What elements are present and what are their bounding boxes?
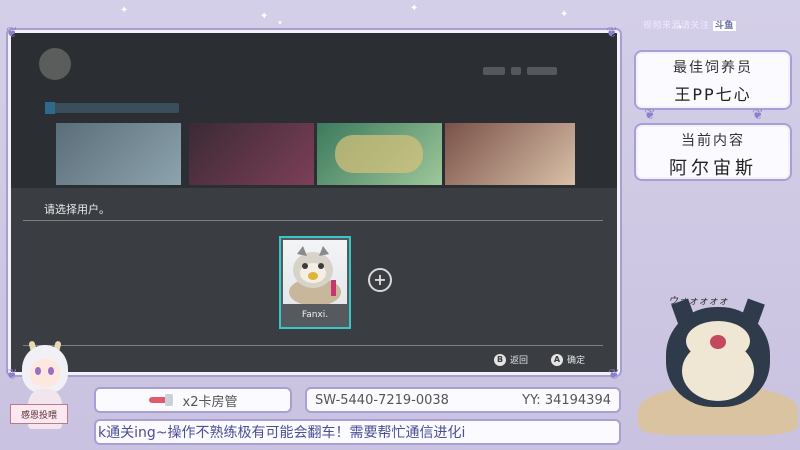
dialog-title: 请选择用户。	[44, 203, 110, 216]
butterfly-icon: ❦	[608, 367, 620, 383]
sparkle-icon: ✦	[260, 11, 269, 22]
back-label: 返回	[510, 356, 529, 366]
sparkle-icon: ✦	[410, 3, 419, 14]
game-title-dimmed	[45, 102, 179, 114]
game-tile	[317, 123, 442, 185]
game-tile	[445, 123, 575, 185]
b-button-icon: B	[494, 353, 506, 366]
thanks-sign: 感恩投喂	[10, 404, 68, 424]
best-feeder-panel: 最佳饲养员 王PP七心	[634, 50, 792, 110]
divider	[23, 220, 603, 221]
friend-code-box: SW-5440-7219-0038 YY: 34194394	[305, 387, 621, 413]
current-content-panel: 当前内容 阿尔宙斯	[634, 123, 792, 181]
current-content-value: 阿尔宙斯	[669, 158, 757, 179]
scrolling-ticker: k通关ing~操作不熟练极有可能会翻车！需要帮忙通信进化i	[94, 419, 621, 445]
game-tile	[189, 123, 314, 185]
user-card-fanxi[interactable]: Fanxi.	[279, 236, 351, 329]
sparkle-icon: ✦	[120, 5, 129, 16]
user-name: Fanxi.	[301, 310, 329, 320]
watermark-text: 视频来源请关注	[643, 21, 710, 31]
butterfly-icon: ❦	[606, 25, 618, 41]
user-avatar-dimmed	[39, 48, 71, 80]
current-content-heading: 当前内容	[681, 133, 745, 149]
home-menu-background	[11, 33, 617, 188]
user-avatar	[283, 240, 347, 304]
add-user-button[interactable]: +	[368, 268, 392, 292]
butterfly-icon: ❦	[644, 107, 656, 123]
back-hint[interactable]: B 返回	[494, 353, 528, 366]
watermark: 视频来源请关注 斗鱼	[643, 18, 736, 31]
gift-text: x2卡房管	[182, 394, 238, 410]
butterfly-icon: ❦	[752, 107, 764, 123]
yy-channel: YY: 34194394	[522, 392, 611, 408]
gift-info-box: x2卡房管	[94, 387, 292, 413]
sparkle-icon: ✦	[560, 9, 569, 20]
platform-logo: 斗鱼	[712, 21, 736, 31]
user-select-dialog: 请选择用户。 Fanxi. + B 返回 A 确定	[11, 188, 617, 372]
plus-icon: +	[373, 270, 387, 289]
switch-friend-code: SW-5440-7219-0038	[315, 392, 449, 408]
best-feeder-value: 王PP七心	[674, 85, 752, 104]
best-feeder-heading: 最佳饲养员	[673, 60, 753, 76]
confirm-label: 确定	[567, 356, 586, 366]
ticker-text: k通关ing~操作不熟练极有可能会翻车！需要帮忙通信进化i	[98, 425, 466, 441]
snorlax-mascot	[638, 295, 798, 435]
game-screen: 请选择用户。 Fanxi. + B 返回 A 确定	[8, 30, 620, 375]
a-button-icon: A	[551, 353, 563, 366]
rocket-icon	[148, 394, 175, 406]
divider	[23, 345, 603, 346]
butterfly-icon: ❦	[6, 25, 18, 41]
status-bar-dimmed	[477, 60, 597, 75]
butterfly-icon: ❦	[6, 367, 18, 383]
confirm-hint[interactable]: A 确定	[551, 353, 585, 366]
game-tile	[56, 123, 181, 185]
